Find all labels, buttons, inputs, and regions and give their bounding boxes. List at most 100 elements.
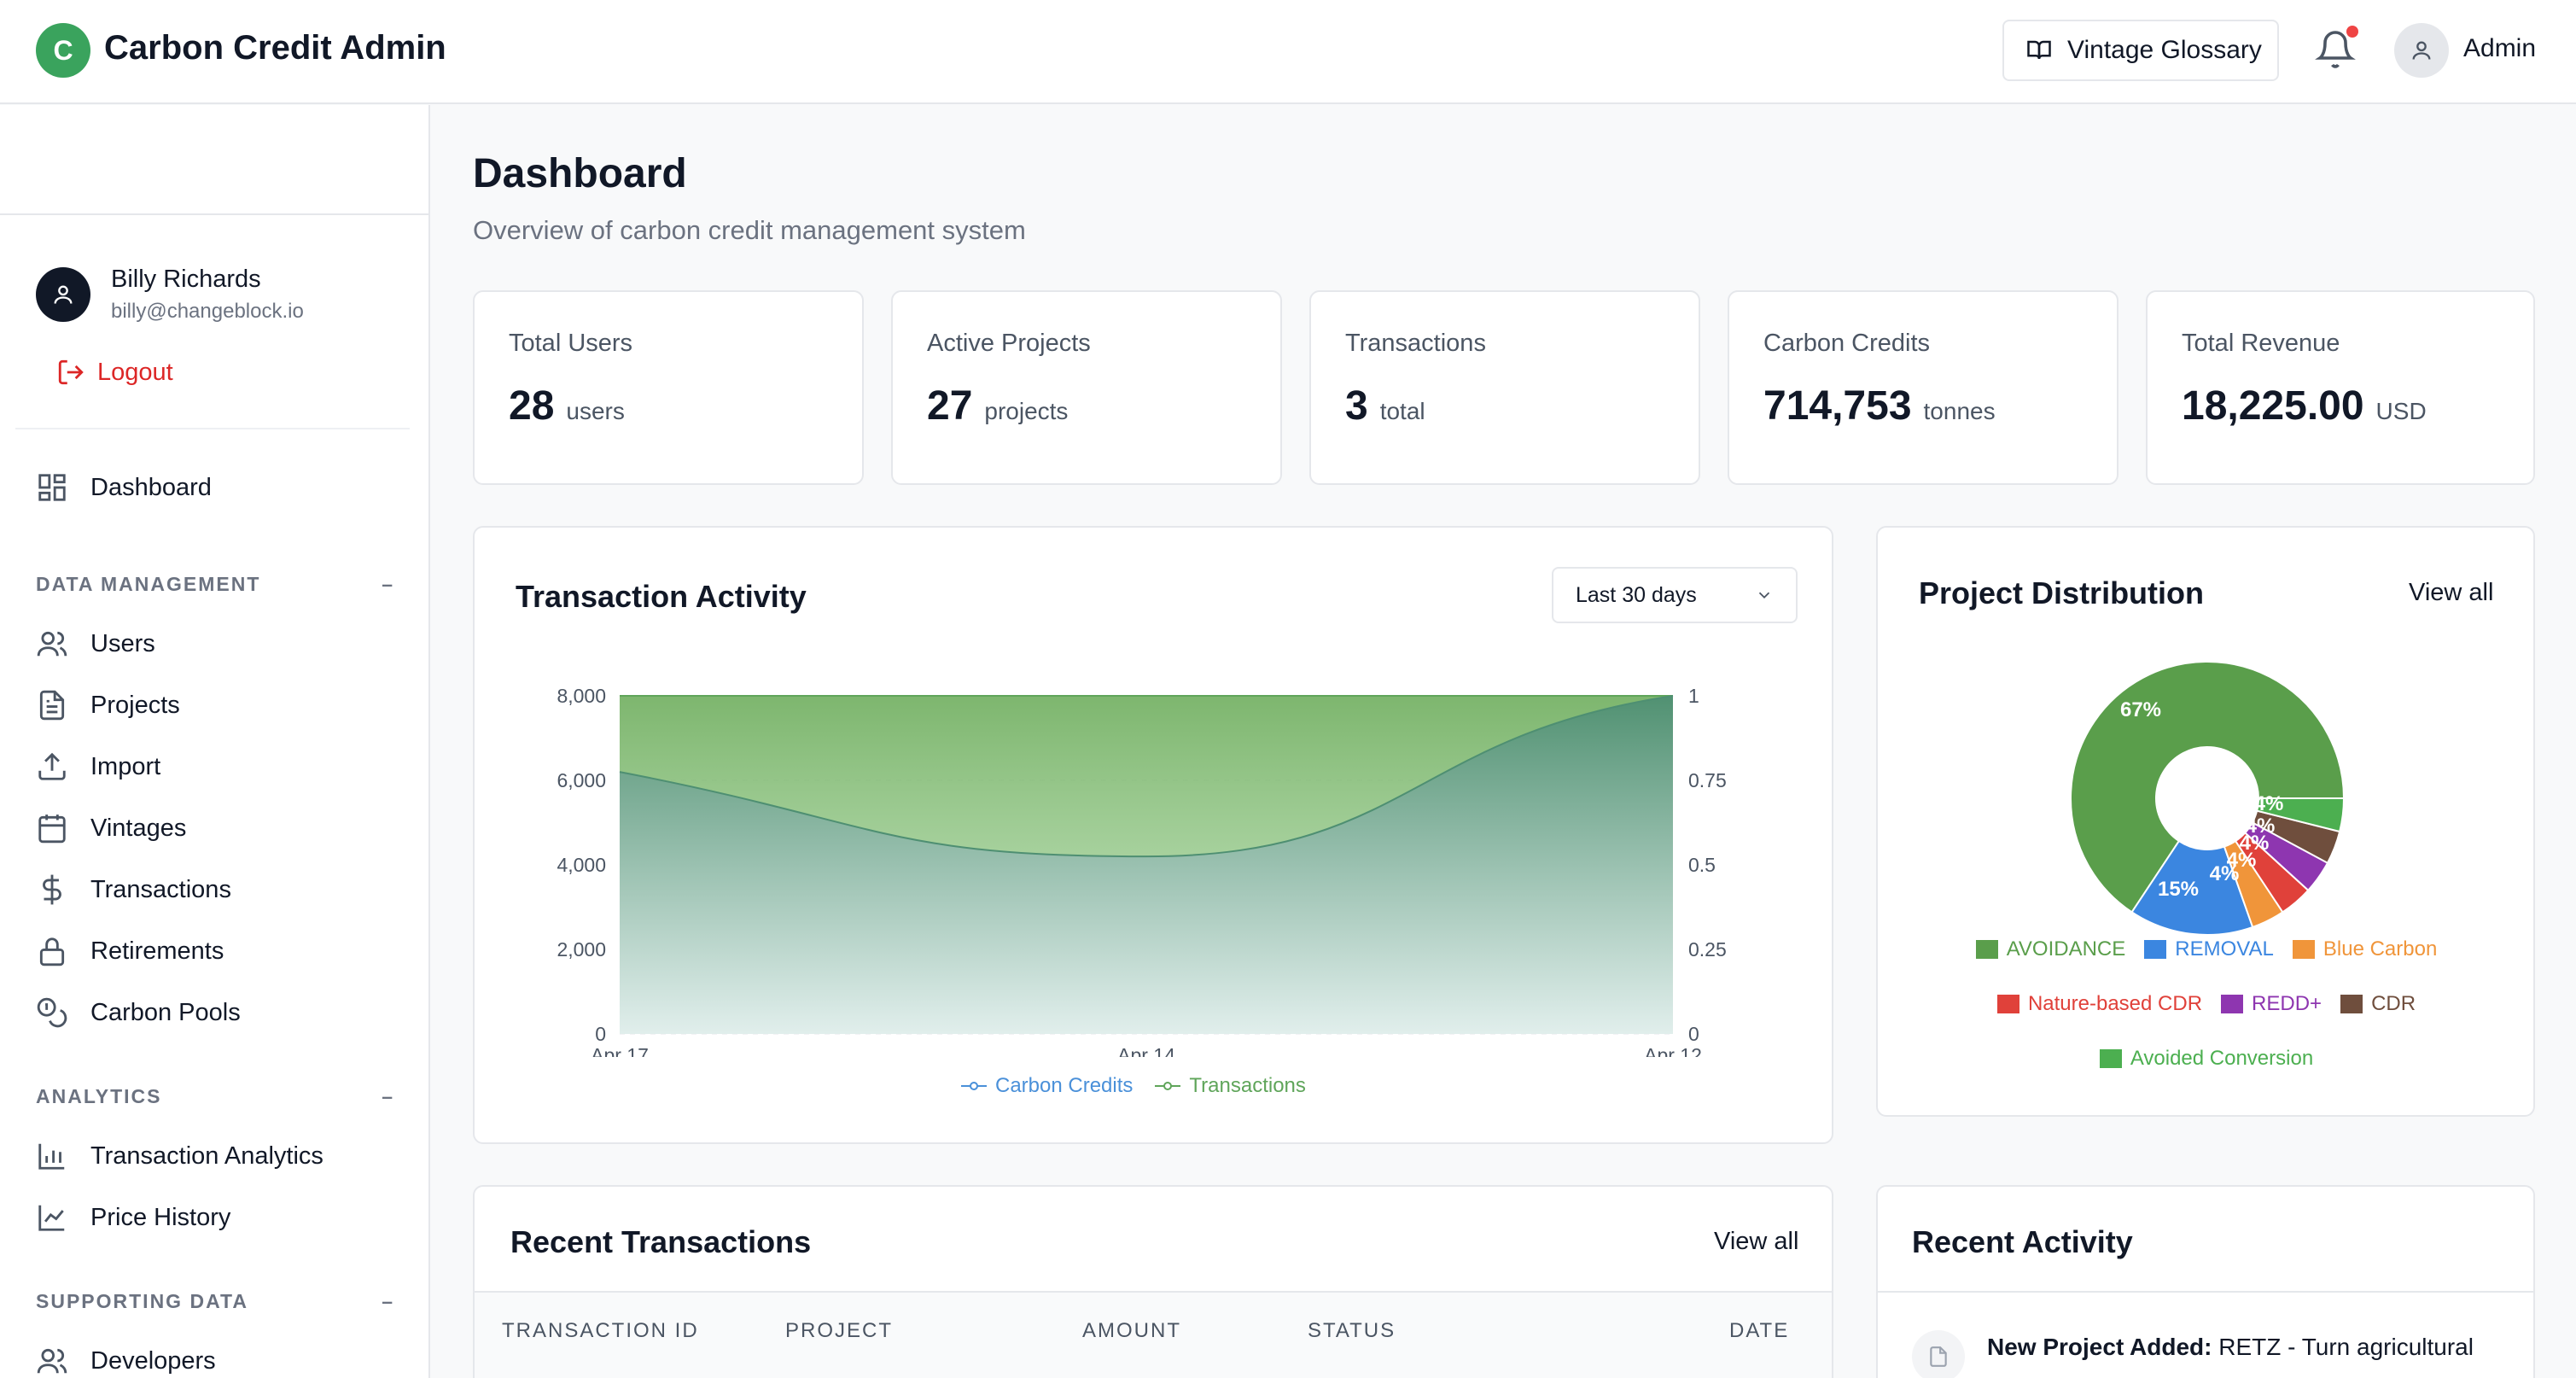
section-supporting-data[interactable]: SUPPORTING DATA –	[36, 1290, 394, 1313]
user-name: Billy Richards	[111, 266, 261, 293]
stat-value: 714,753 tonnes	[1763, 383, 1996, 429]
legend-swatch	[2144, 940, 2167, 959]
activity-item-title: New Project Added:	[1987, 1334, 2212, 1360]
column-header[interactable]: AMOUNT	[1082, 1319, 1181, 1343]
logout-label: Logout	[97, 358, 173, 386]
users-icon	[37, 631, 67, 657]
stat-card-carbon-credits: Carbon Credits 714,753 tonnes	[1728, 290, 2118, 485]
view-all-link[interactable]: View all	[2409, 579, 2493, 607]
legend-label: REDD+	[2252, 992, 2322, 1015]
y-tick-label-left: 0	[595, 1023, 606, 1045]
logout-button[interactable]: Logout	[56, 358, 173, 387]
activity-item[interactable]: New Project Added: RETZ - Turn agricultu…	[1987, 1334, 2474, 1361]
legend-item[interactable]: REMOVAL	[2144, 937, 2274, 961]
page-title: Dashboard	[473, 151, 687, 196]
legend-label: Nature-based CDR	[2027, 992, 2203, 1015]
column-header[interactable]: TRANSACTION ID	[502, 1319, 699, 1343]
sidebar-divider	[0, 213, 430, 215]
users-icon	[37, 1348, 67, 1374]
transaction-activity-chart: 0 2,000 4,000 6,000 8,000 0 0.25 0.5 0.75 1 Apr 17…	[557, 685, 1726, 1057]
sidebar-item-users[interactable]: Users	[36, 623, 155, 664]
user-icon	[54, 285, 73, 304]
legend-item[interactable]: REDD+	[2221, 992, 2322, 1016]
stat-card-total-revenue: Total Revenue 18,225.00 USD	[2146, 290, 2535, 485]
activity-icon-wrap	[1912, 1330, 1965, 1378]
legend-marker	[1155, 1082, 1181, 1090]
section-analytics[interactable]: ANALYTICS –	[36, 1085, 394, 1108]
activity-item-text: RETZ - Turn agricultural	[2218, 1334, 2474, 1360]
sidebar-item-vintages[interactable]: Vintages	[36, 808, 186, 849]
coins-icon	[37, 997, 67, 1028]
x-tick-label: Apr 17	[591, 1044, 649, 1057]
view-all-link[interactable]: View all	[1714, 1228, 1798, 1256]
sidebar-item-projects[interactable]: Projects	[36, 685, 180, 726]
y-tick-label-left: 2,000	[557, 938, 606, 961]
slice-label: 4%	[2254, 792, 2284, 815]
legend-label: AVOIDANCE	[2006, 937, 2126, 961]
sidebar-item-transaction-analytics[interactable]: Transaction Analytics	[36, 1136, 323, 1177]
bar-chart-icon	[38, 1143, 65, 1170]
sidebar-item-carbon-pools[interactable]: Carbon Pools	[36, 992, 241, 1033]
collapse-toggle[interactable]: –	[382, 573, 394, 596]
y-tick-label-right: 0	[1688, 1023, 1699, 1045]
vintage-glossary-label: Vintage Glossary	[2067, 36, 2262, 64]
sidebar-item-label: Transaction Analytics	[90, 1142, 323, 1170]
sidebar-item-label: Users	[90, 629, 155, 657]
date-range-select[interactable]: Last 30 days	[1552, 567, 1798, 623]
y-tick-label-left: 4,000	[557, 854, 606, 876]
slice-label: 15%	[2158, 878, 2199, 901]
sidebar-item-retirements[interactable]: Retirements	[36, 931, 224, 972]
section-label: ANALYTICS	[36, 1085, 162, 1107]
y-tick-label-left: 8,000	[557, 685, 606, 707]
project-distribution-chart: 67%15%4%4%4%4%4%	[2070, 661, 2346, 936]
collapse-toggle[interactable]: –	[382, 1290, 394, 1313]
column-header[interactable]: STATUS	[1308, 1319, 1396, 1343]
legend-swatch	[1975, 940, 1998, 959]
collapse-toggle[interactable]: –	[382, 1085, 394, 1108]
stat-label: Transactions	[1345, 330, 1486, 357]
legend-item[interactable]: Nature-based CDR	[1996, 992, 2203, 1016]
legend-label: Transactions	[1189, 1074, 1306, 1097]
vintage-glossary-button[interactable]: Vintage Glossary	[2002, 20, 2279, 81]
sidebar-item-label: Import	[90, 752, 161, 780]
card-title: Transaction Activity	[516, 579, 807, 614]
section-data-management[interactable]: DATA MANAGEMENT –	[36, 573, 394, 596]
column-header[interactable]: DATE	[1729, 1319, 1789, 1343]
legend-label: REMOVAL	[2175, 937, 2274, 961]
legend-swatch	[2099, 1049, 2122, 1068]
document-icon	[39, 690, 65, 721]
legend-transactions[interactable]: Transactions	[1155, 1074, 1306, 1098]
stat-card-active-projects: Active Projects 27 projects	[891, 290, 1282, 485]
legend-carbon-credits[interactable]: Carbon Credits	[961, 1074, 1133, 1098]
sidebar-item-dashboard[interactable]: Dashboard	[36, 467, 212, 508]
sidebar-item-transactions[interactable]: Transactions	[36, 869, 231, 910]
sidebar-item-label: Projects	[90, 691, 180, 719]
legend-item[interactable]: CDR	[2340, 992, 2416, 1016]
sidebar-item-developers[interactable]: Developers	[36, 1340, 216, 1378]
legend-label: CDR	[2371, 992, 2416, 1015]
sidebar-item-import[interactable]: Import	[36, 746, 160, 787]
admin-label[interactable]: Admin	[2463, 34, 2536, 63]
legend-label: Avoided Conversion	[2130, 1047, 2314, 1070]
sidebar-item-price-history[interactable]: Price History	[36, 1197, 230, 1238]
date-range-value: Last 30 days	[1576, 582, 1697, 607]
y-tick-label-right: 1	[1688, 685, 1699, 707]
transaction-activity-card: Transaction Activity Last 30 days 0 2,000…	[473, 526, 1833, 1144]
project-distribution-card: Project Distribution View all 67% 15% 4% 4%…	[1876, 526, 2535, 1117]
column-header[interactable]: PROJECT	[785, 1319, 893, 1343]
legend-item[interactable]: Blue Carbon	[2292, 937, 2437, 961]
stat-label: Active Projects	[927, 330, 1091, 357]
legend-item[interactable]: Avoided Conversion	[2099, 1047, 2314, 1071]
upload-icon	[38, 752, 66, 780]
lock-icon	[39, 937, 65, 966]
legend-item[interactable]: AVOIDANCE	[1975, 937, 2126, 961]
sidebar-item-label: Vintages	[90, 814, 187, 842]
slice-label: 4%	[2246, 815, 2276, 838]
admin-avatar[interactable]	[2394, 23, 2449, 78]
sidebar-item-label: Developers	[90, 1346, 216, 1375]
card-divider	[1878, 1291, 2533, 1293]
app-logo: C	[36, 23, 90, 78]
card-title: Recent Transactions	[510, 1224, 812, 1259]
stat-label: Total Users	[509, 330, 633, 357]
stat-value: 3 total	[1345, 383, 1425, 429]
